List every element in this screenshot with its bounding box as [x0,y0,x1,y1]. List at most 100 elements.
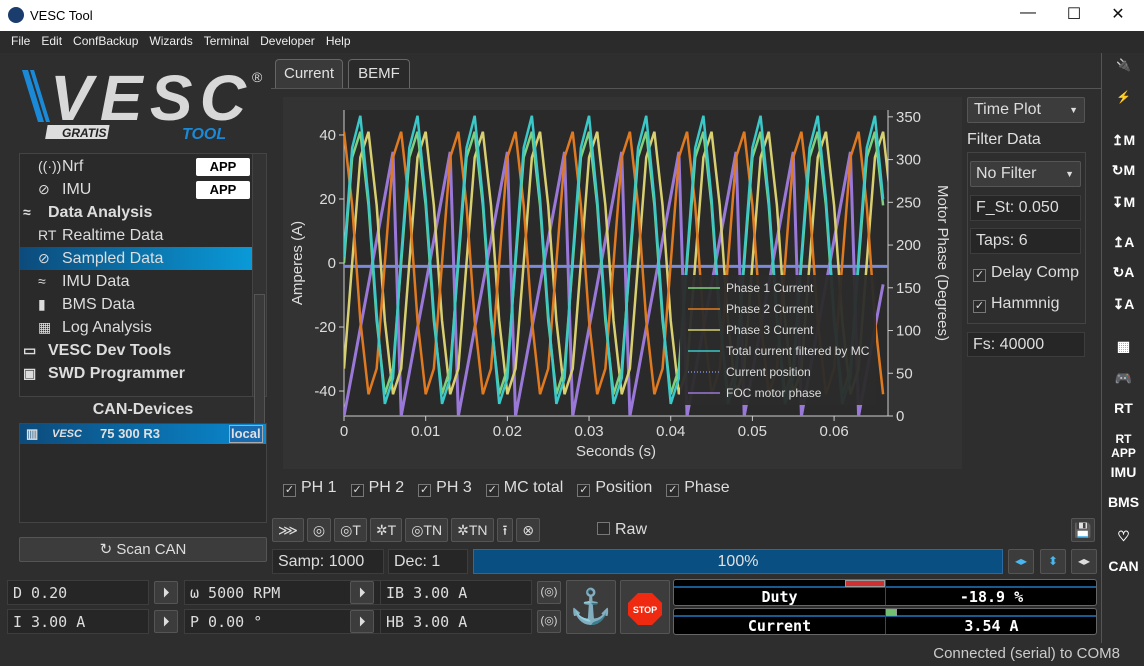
tab-bemf[interactable]: BEMF [348,59,410,88]
play-current-icon[interactable]: ⏵ [154,610,178,633]
tree-item-log-analysis[interactable]: ▦ Log Analysis [20,316,252,339]
raw-label: Raw [615,521,648,538]
raw-checkbox[interactable]: Raw [597,521,647,539]
plot-mode-select[interactable]: Time Plot ▼ [967,97,1085,123]
brake-current-field[interactable]: IB 3.00 A [380,580,532,605]
sidebar-button-12-icon[interactable]: IMU [1103,464,1144,480]
menu-confbackup[interactable]: ConfBackup [73,34,138,48]
sidebar-button-2-icon[interactable]: ↥M [1103,132,1144,149]
tree-item-sampled-data[interactable]: ⊘ Sampled Data [20,247,252,270]
gauge-value: -18.9 % [959,588,1024,606]
check-mc-total[interactable]: ✓ MC total [485,479,564,497]
play-rpm-icon[interactable]: ⏵ [350,581,374,604]
maximize-button[interactable]: ☐ [1054,4,1094,26]
save-icon[interactable]: 💾 [1071,518,1095,542]
handbrake-field[interactable]: HB 3.00 A [380,609,532,634]
f-st-field[interactable]: F_St: 0.050 [970,195,1081,221]
decimation-field[interactable]: Dec: 1 [388,549,468,574]
check-label: MC total [503,479,564,496]
menu-wizards[interactable]: Wizards [149,34,192,48]
zoom-vertical-icon[interactable]: ⬍ [1040,549,1066,574]
svg-text:®: ® [252,69,263,85]
tree-item-imu[interactable]: ⊘ IMU APP [20,178,252,201]
sidebar-button-6-icon[interactable]: ↻A [1103,264,1144,281]
play-position-icon[interactable]: ⏵ [350,610,374,633]
scan-can-button[interactable]: ↻ Scan CAN [19,537,267,562]
sidebar-button-15-icon[interactable]: CAN [1103,558,1144,574]
check-ph-3[interactable]: ✓ PH 3 [418,479,472,497]
menu-file[interactable]: File [11,34,30,48]
sidebar-button-3-icon[interactable]: ↻M [1103,162,1144,179]
realtime-icon: RT [38,227,57,243]
sidebar-button-9-icon[interactable]: 🎮 [1103,370,1144,387]
menu-developer[interactable]: Developer [260,34,315,48]
rescale-icon[interactable]: ◂▸ [1071,549,1097,574]
sidebar-button-8-icon[interactable]: ▦ [1103,338,1144,355]
tree-item-nrf[interactable]: ((·)) Nrf APP [20,155,252,178]
sidebar-button-14-icon[interactable]: ♡ [1103,528,1144,545]
sidebar-button-5-icon[interactable]: ↥A [1103,234,1144,251]
device-name: 75 300 R3 [100,426,160,441]
can-device-item[interactable]: ▥ VESC 75 300 R3 local [20,424,266,444]
zoom-horizontal-icon[interactable]: ◂▸ [1008,549,1034,574]
tree-item-label: Log Analysis [62,319,152,336]
handbrake-icon[interactable]: (◎) [537,610,561,633]
y-tick-label: 40 [319,127,336,144]
tree-item-bms-data[interactable]: ▮ BMS Data [20,293,252,316]
toolbar-button-4[interactable]: ◎TN [405,518,449,542]
check-position[interactable]: ✓ Position [577,479,652,497]
duty-field[interactable]: D 0.20 [7,580,149,605]
toolbar-button-1[interactable]: ◎ [306,518,332,542]
toolbar-button-5[interactable]: ✲TN [451,518,494,542]
menu-bar: File Edit ConfBackup Wizards Terminal Develop… [0,31,1144,53]
tree-item-realtime-data[interactable]: RT Realtime Data [20,224,252,247]
sidebar-button-1-icon[interactable]: ⚡ [1103,90,1144,104]
sidebar-button-13-icon[interactable]: BMS [1103,494,1144,510]
stop-button[interactable]: STOP [620,580,670,634]
vesc-logo-graphic: VESC GRATIS TOOL ® [22,62,263,143]
delay-comp-checkbox[interactable]: ✓ Delay Comp [973,264,1079,282]
progress-text: 100% [717,553,759,570]
toolbar-button-6[interactable]: ⭱ [496,518,514,542]
play-duty-icon[interactable]: ⏵ [154,581,178,604]
brake-icon[interactable]: (◎) [537,581,561,604]
check-ph-1[interactable]: ✓ PH 1 [283,479,337,497]
sidebar-button-10-icon[interactable]: RT [1103,400,1144,416]
menu-edit[interactable]: Edit [41,34,62,48]
tree-scrollbar[interactable] [252,154,266,424]
check-phase[interactable]: ✓ Phase [666,479,730,497]
toolbar-button-0[interactable]: ⋙ [272,518,304,542]
menu-terminal[interactable]: Terminal [204,34,249,48]
checkbox-box: ✓ [485,484,499,497]
toolbar-button-3[interactable]: ✲T [369,518,403,542]
time-plot-chart[interactable]: 0 0.01 0.02 0.03 0.04 0.05 0.06 -40 -20 0 20 40 0 50 1… [283,97,962,469]
tab-current[interactable]: Current [275,59,343,88]
menu-help[interactable]: Help [326,34,351,48]
y-tick-label: -40 [314,383,336,400]
toolbar-button-7[interactable]: ⊗ [516,518,541,542]
taps-field[interactable]: Taps: 6 [970,228,1081,254]
toolbar-button-2[interactable]: ◎T [334,518,367,542]
samples-field[interactable]: Samp: 1000 [272,549,384,574]
sidebar-button-0-icon[interactable]: 🔌 [1103,58,1144,72]
legend-entry: Total current filtered by MC [726,344,870,358]
current-field[interactable]: I 3.00 A [7,609,149,634]
tree-item-imu-data[interactable]: ≈ IMU Data [20,270,252,293]
filter-select[interactable]: No Filter ▼ [970,161,1081,187]
sidebar-button-7-icon[interactable]: ↧A [1103,296,1144,313]
check-ph-2[interactable]: ✓ PH 2 [350,479,404,497]
fs-field[interactable]: Fs: 40000 [967,332,1085,357]
hamming-checkbox[interactable]: ✓ Hammnig [973,295,1059,313]
map-icon: ▦ [38,319,52,335]
close-button[interactable]: ✕ [1098,4,1138,26]
checkbox-box: ✓ [418,484,432,497]
sidebar-button-11-icon[interactable]: RT APP [1103,432,1144,460]
app-badge: APP [196,158,250,176]
chart-legend: Phase 1 Current Phase 2 Current Phase 3 Cu… [680,275,876,405]
anchor-button[interactable]: ⚓ [566,580,616,634]
minimize-button[interactable]: — [1008,4,1048,26]
tree-item-vesc-dev-tools[interactable]: ▭ VESC Dev Tools [20,339,252,362]
sidebar-button-4-icon[interactable]: ↧M [1103,194,1144,211]
tree-item-swd-programmer[interactable]: ▣ SWD Programmer [20,362,252,385]
tree-item-data-analysis[interactable]: ≈ Data Analysis [20,201,252,224]
